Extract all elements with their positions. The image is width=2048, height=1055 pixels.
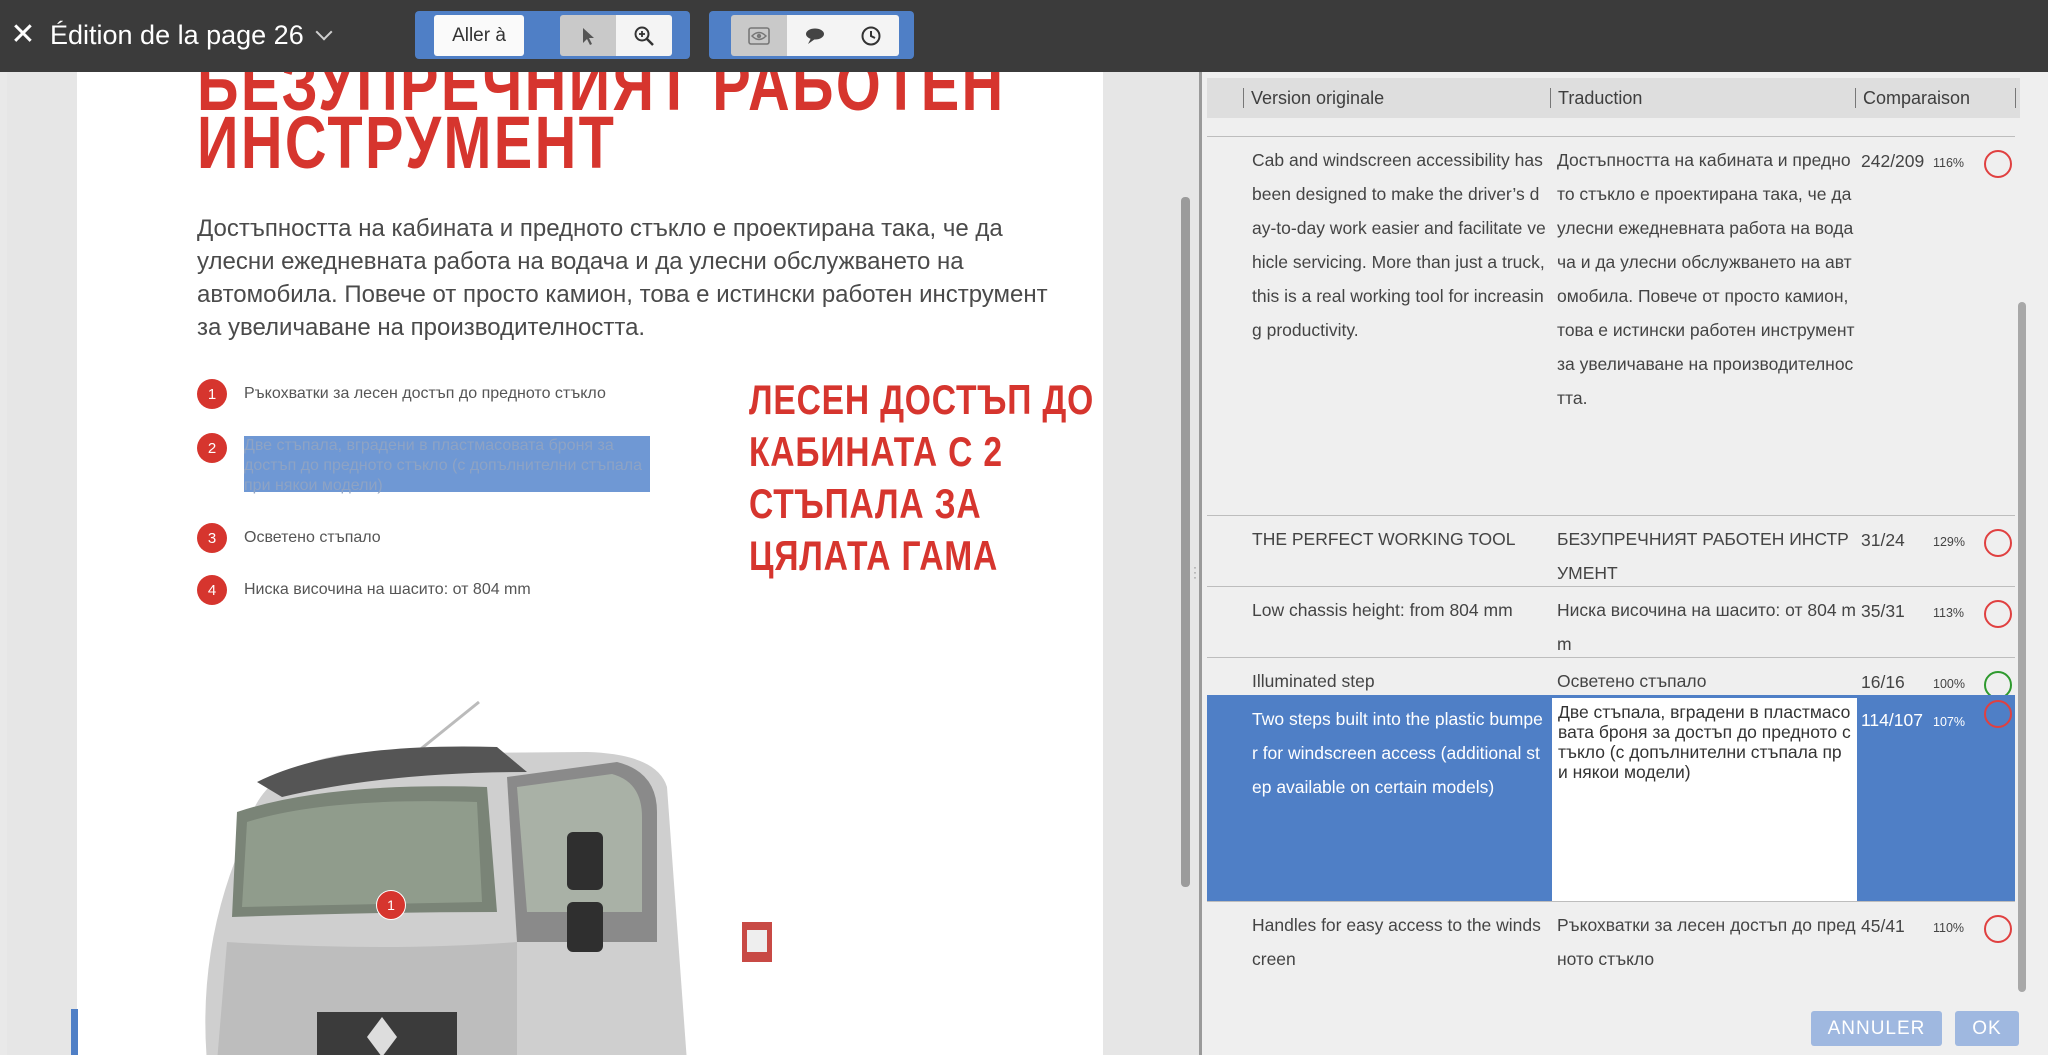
eye-icon <box>748 26 770 45</box>
zoom-in-icon <box>634 26 654 46</box>
feature-number-badge: 1 <box>197 379 227 409</box>
page-title-dropdown[interactable]: Édition de la page 26 <box>50 17 333 53</box>
char-count: 35/31 <box>1861 601 1905 621</box>
history-icon <box>861 26 881 45</box>
cancel-button[interactable]: ANNULER <box>1811 1011 1942 1046</box>
zoom-tool-button[interactable] <box>616 15 672 56</box>
callout-line: ЦЯЛАТА ГАМА <box>749 532 999 579</box>
table-row[interactable]: Illuminated step Осветено стъпало 16/16 … <box>1207 657 2015 699</box>
length-percentage: 110% <box>1933 921 1965 935</box>
feature-text: Ръкохватки за лесен достъп до предното с… <box>244 385 606 402</box>
feature-text: Две стъпала, вградени в пластмасовата бр… <box>244 436 650 494</box>
top-toolbar: ✕ Édition de la page 26 Aller à <box>0 0 2048 72</box>
navigation-tool-group: Aller à <box>415 11 690 59</box>
feature-number-badge: 4 <box>197 575 227 605</box>
length-percentage: 116% <box>1933 156 1965 170</box>
table-row[interactable]: Low chassis height: from 804 mm Ниска ви… <box>1207 586 2015 657</box>
feature-item-selected[interactable]: 2 Две стъпала, вградени в пластмасовата … <box>197 433 650 494</box>
char-count: 45/41 <box>1861 916 1905 936</box>
char-count: 31/24 <box>1861 530 1905 550</box>
char-count: 242/209 <box>1861 151 1925 171</box>
translation-text: Ниска височина на шасито: от 804 mm <box>1557 600 1857 654</box>
table-row[interactable]: THE PERFECT WORKING TOOL БЕЗУПРЕЧНИЯТ РА… <box>1207 515 2015 586</box>
page-title: Édition de la page 26 <box>50 19 304 50</box>
status-warning-icon <box>1984 915 2012 943</box>
status-warning-icon <box>1984 600 2012 628</box>
page-heading: ИНСТРУМЕНТ <box>197 101 617 184</box>
truck-marker-badge[interactable]: 1 <box>376 890 406 920</box>
column-divider <box>2015 88 2016 108</box>
length-percentage: 113% <box>1933 606 1965 620</box>
table-scrollbar[interactable] <box>2018 302 2026 992</box>
translation-edit-field[interactable]: Две стъпала, вградени в пластмасовата бр… <box>1552 698 1857 902</box>
callout-line: КАБИНАТА С 2 <box>749 428 1003 475</box>
history-button[interactable] <box>843 15 899 56</box>
length-percentage: 129% <box>1933 535 1965 549</box>
document-page: БЕЗУПРЕЧНИЯТ РАБОТЕН ИНСТРУМЕНТ Достъпно… <box>77 72 1103 1055</box>
page-edge-marker <box>71 1009 78 1055</box>
char-count: 16/16 <box>1861 672 1905 692</box>
original-text: Two steps built into the plastic bumper … <box>1252 709 1543 797</box>
original-text: Cab and windscreen accessibility has bee… <box>1252 150 1546 340</box>
chevron-down-icon <box>315 23 333 41</box>
column-header-original[interactable]: Version originale <box>1243 88 1384 108</box>
pointer-tool-button[interactable] <box>560 15 616 56</box>
original-text: THE PERFECT WORKING TOOL <box>1252 529 1516 549</box>
page-preview-panel: БЕЗУПРЕЧНИЯТ РАБОТЕН ИНСТРУМЕНТ Достъпно… <box>7 72 1199 1055</box>
translation-text: Ръкохватки за лесен достъп до предното с… <box>1557 915 1856 969</box>
comment-icon <box>806 28 824 44</box>
column-header-translation[interactable]: Traduction <box>1550 88 1642 108</box>
page-scrollbar[interactable] <box>1181 197 1190 887</box>
translation-text: БЕЗУПРЕЧНИЯТ РАБОТЕН ИНСТРУМЕНТ <box>1557 529 1849 583</box>
feature-number-badge: 2 <box>197 433 227 463</box>
callout-heading[interactable]: ЛЕСЕН ДОСТЪП ДО КАБИНАТА С 2 СТЪПАЛА ЗА … <box>749 374 1094 582</box>
status-warning-icon <box>1984 700 2012 728</box>
translation-text: Осветено стъпало <box>1557 671 1707 691</box>
table-header: Version originale Traduction Comparaison <box>1207 78 2020 118</box>
preview-button[interactable] <box>731 15 787 56</box>
feature-item[interactable]: 1 Ръкохватки за лесен достъп до предното… <box>197 379 606 409</box>
original-text: Low chassis height: from 804 mm <box>1252 600 1513 620</box>
callout-line: ЛЕСЕН ДОСТЪП ДО <box>749 376 1095 423</box>
column-header-comparison[interactable]: Comparaison <box>1855 88 1970 108</box>
status-warning-icon <box>1984 529 2012 557</box>
translation-panel: Version originale Traduction Comparaison… <box>1202 72 2048 1055</box>
feature-item[interactable]: 3 Осветено стъпало <box>197 523 381 553</box>
original-text: Handles for easy access to the windscree… <box>1252 915 1541 969</box>
goto-button[interactable]: Aller à <box>434 15 524 56</box>
table-row[interactable]: Cab and windscreen accessibility has bee… <box>1207 136 2015 515</box>
table-row-selected[interactable]: Two steps built into the plastic bumper … <box>1207 695 2015 902</box>
feature-number-badge: 3 <box>197 523 227 553</box>
ok-button[interactable]: OK <box>1955 1011 2019 1046</box>
char-count: 114/107 <box>1861 710 1923 730</box>
length-percentage: 107% <box>1933 715 1965 729</box>
status-warning-icon <box>1984 150 2012 178</box>
truck-image <box>205 700 772 1055</box>
splitter-handle-icon[interactable]: · · · <box>1190 561 1200 583</box>
intro-paragraph[interactable]: Достъпността на кабината и предното стък… <box>197 212 1067 344</box>
callout-line: СТЪПАЛА ЗА <box>749 480 982 527</box>
table-row[interactable]: Handles for easy access to the windscree… <box>1207 901 2015 1021</box>
feature-text: Осветено стъпало <box>244 529 381 546</box>
feature-text: Ниска височина на шасито: от 804 mm <box>244 581 531 598</box>
comment-button[interactable] <box>787 15 843 56</box>
view-tool-group <box>709 11 914 59</box>
feature-item[interactable]: 4 Ниска височина на шасито: от 804 mm <box>197 575 531 605</box>
close-icon[interactable]: ✕ <box>6 17 40 53</box>
original-text: Illuminated step <box>1252 671 1375 691</box>
translation-text: Достъпността на кабината и предното стък… <box>1557 150 1855 408</box>
pointer-icon <box>583 27 594 45</box>
